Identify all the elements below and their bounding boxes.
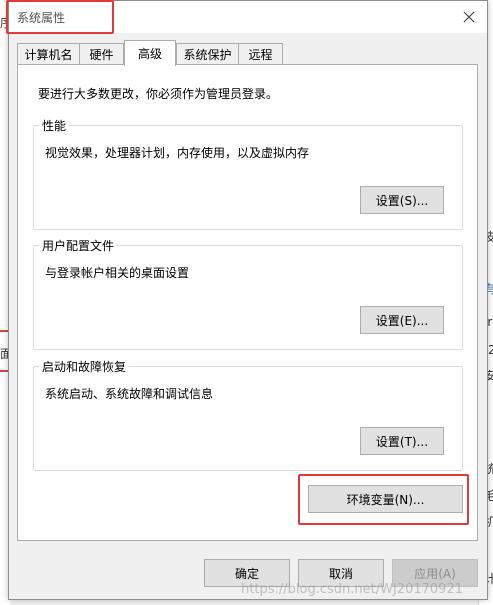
- tab-label: 远程: [248, 47, 273, 62]
- cancel-button[interactable]: 取消: [298, 559, 384, 587]
- group-title: 启动和故障恢复: [39, 358, 130, 375]
- tab-label: 硬件: [89, 47, 114, 62]
- group-description: 视觉效果，处理器计划，内存使用，以及虚拟内存: [45, 146, 310, 160]
- tab-label: 系统保护: [183, 47, 232, 62]
- close-button[interactable]: [457, 5, 481, 29]
- group-description: 系统启动、系统故障和调试信息: [45, 387, 214, 401]
- tab-advanced[interactable]: 高级: [124, 40, 176, 66]
- user-profiles-group: 用户配置文件 与登录帐户相关的桌面设置 设置(E)...: [33, 237, 463, 350]
- performance-settings-button[interactable]: 设置(S)...: [360, 186, 444, 214]
- group-title: 用户配置文件: [39, 237, 118, 254]
- env-button-highlight-box: [298, 474, 469, 525]
- background-text: 2: [488, 343, 493, 357]
- startup-recovery-settings-button[interactable]: 设置(T)...: [360, 427, 444, 455]
- admin-notice: 要进行大多数更改，你必须作为管理员登录。: [38, 87, 279, 101]
- user-profiles-settings-button[interactable]: 设置(E)...: [360, 306, 444, 334]
- group-description: 与登录帐户相关的桌面设置: [45, 266, 190, 280]
- tab-computer-name[interactable]: 计算机名: [17, 43, 80, 64]
- apply-button[interactable]: 应用(A): [392, 559, 478, 587]
- title-highlight-box: [6, 0, 114, 34]
- tab-remote[interactable]: 远程: [238, 43, 283, 64]
- group-title: 性能: [39, 117, 70, 134]
- tab-label: 计算机名: [24, 47, 73, 62]
- startup-recovery-group: 启动和故障恢复 系统启动、系统故障和调试信息 设置(T)...: [33, 358, 463, 471]
- tab-hardware[interactable]: 硬件: [79, 43, 124, 64]
- performance-group: 性能 视觉效果，处理器计划，内存使用，以及虚拟内存 设置(S)...: [33, 117, 463, 230]
- ok-button[interactable]: 确定: [204, 559, 290, 587]
- tab-system-protection[interactable]: 系统保护: [176, 43, 239, 64]
- close-icon: [463, 11, 475, 23]
- advanced-tab-panel: 要进行大多数更改，你必须作为管理员登录。 性能 视觉效果，处理器计划，内存使用，…: [17, 64, 478, 541]
- tab-label: 高级: [137, 47, 162, 61]
